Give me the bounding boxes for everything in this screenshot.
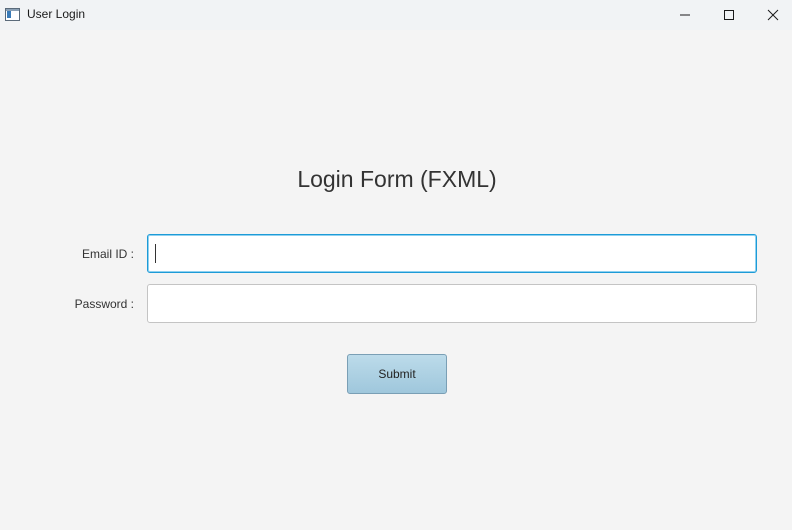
password-field[interactable] bbox=[147, 284, 757, 323]
email-label: Email ID : bbox=[81, 247, 134, 261]
submit-button[interactable]: Submit bbox=[347, 354, 447, 394]
text-caret bbox=[155, 244, 156, 263]
email-field[interactable] bbox=[147, 234, 757, 273]
minimize-button[interactable] bbox=[662, 0, 708, 30]
window-title: User Login bbox=[27, 7, 86, 21]
app-window-icon bbox=[5, 8, 20, 21]
form-title: Login Form (FXML) bbox=[297, 166, 497, 192]
close-button[interactable] bbox=[750, 0, 792, 30]
maximize-icon bbox=[724, 10, 734, 20]
title-bar[interactable]: User Login bbox=[0, 0, 792, 30]
close-icon bbox=[767, 9, 779, 21]
maximize-button[interactable] bbox=[706, 0, 752, 30]
minimize-icon bbox=[680, 14, 690, 16]
password-label: Password : bbox=[74, 297, 134, 311]
login-window: User Login Login Form (FXML) Email ID : … bbox=[0, 0, 792, 530]
